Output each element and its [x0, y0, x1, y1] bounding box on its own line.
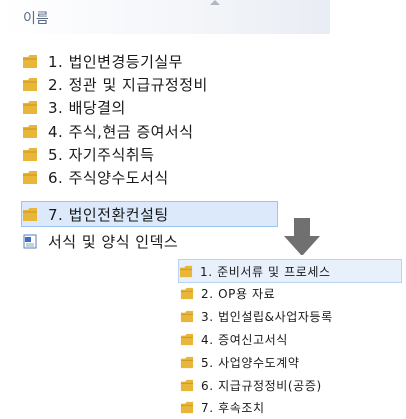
list-item[interactable]: 2. 정관 및 지급규정정비 — [22, 73, 312, 95]
folder-icon — [23, 170, 37, 184]
subfolder-item-label: 7. 후속조치 — [201, 400, 265, 415]
subfolder-item-label: 2. OP용 자료 — [201, 286, 276, 301]
subfolder-item[interactable]: 7. 후속조치 — [180, 397, 406, 417]
subfolder-item[interactable]: 3. 법인설립&사업자등록 — [180, 306, 406, 326]
folder-icon — [23, 147, 37, 161]
folder-icon — [179, 265, 193, 277]
folder-icon — [180, 310, 194, 322]
list-item-label: 6. 주식양수도서식 — [48, 168, 169, 187]
list-item[interactable]: 6. 주식양수도서식 — [22, 166, 312, 188]
subfolder-item-label: 1. 준비서류 및 프로세스 — [200, 264, 331, 279]
column-header-name[interactable]: 이름 — [23, 8, 49, 28]
list-item[interactable]: 5. 자기주식취득 — [22, 143, 312, 165]
column-header[interactable] — [0, 0, 330, 34]
subfolder-item-label: 6. 지급규정정비(공증) — [201, 378, 322, 393]
folder-icon — [23, 77, 37, 91]
list-item[interactable]: 4. 주식,현금 증여서식 — [22, 120, 312, 142]
folder-icon — [180, 333, 194, 345]
list-item[interactable]: 3. 배당결의 — [22, 96, 312, 118]
folder-icon — [23, 100, 37, 114]
list-item-label: 4. 주식,현금 증여서식 — [48, 122, 194, 141]
subfolder-item-label: 5. 사업양수도계약 — [201, 355, 300, 370]
list-item-label: 서식 및 양식 인덱스 — [48, 232, 179, 251]
subfolder-item-label: 3. 법인설립&사업자등록 — [201, 309, 333, 324]
sort-caret-icon — [210, 0, 220, 5]
subfolder-item-label: 4. 증여신고서식 — [201, 332, 288, 347]
folder-icon — [180, 379, 194, 391]
document-icon — [23, 234, 37, 248]
subfolder-item[interactable]: 2. OP용 자료 — [180, 283, 406, 303]
folder-icon — [180, 401, 194, 413]
folder-icon — [23, 207, 37, 221]
folder-icon — [23, 54, 37, 68]
folder-icon — [180, 287, 194, 299]
subfolder-item[interactable]: 6. 지급규정정비(공증) — [180, 375, 406, 395]
folder-icon — [23, 124, 37, 138]
folder-icon — [180, 356, 194, 368]
list-item[interactable]: 서식 및 양식 인덱스 — [22, 230, 312, 252]
list-item-label: 2. 정관 및 지급규정정비 — [48, 75, 208, 94]
subfolder-item[interactable]: 4. 증여신고서식 — [180, 329, 406, 349]
list-item-label: 5. 자기주식취득 — [48, 145, 155, 164]
list-item-selected[interactable]: 7. 법인전환컨설팅 — [21, 201, 278, 227]
subfolder-panel: 1. 준비서류 및 프로세스 2. OP용 자료 3. 법인설립&사업자등록 4… — [172, 255, 406, 419]
arrow-down-icon — [284, 218, 320, 256]
subfolder-item-selected[interactable]: 1. 준비서류 및 프로세스 — [178, 259, 402, 283]
list-item-label: 7. 법인전환컨설팅 — [48, 205, 169, 224]
list-item-label: 1. 법인변경등기실무 — [48, 52, 183, 71]
list-item[interactable]: 1. 법인변경등기실무 — [22, 50, 312, 72]
subfolder-item[interactable]: 5. 사업양수도계약 — [180, 352, 406, 372]
list-item-label: 3. 배당결의 — [48, 98, 126, 117]
